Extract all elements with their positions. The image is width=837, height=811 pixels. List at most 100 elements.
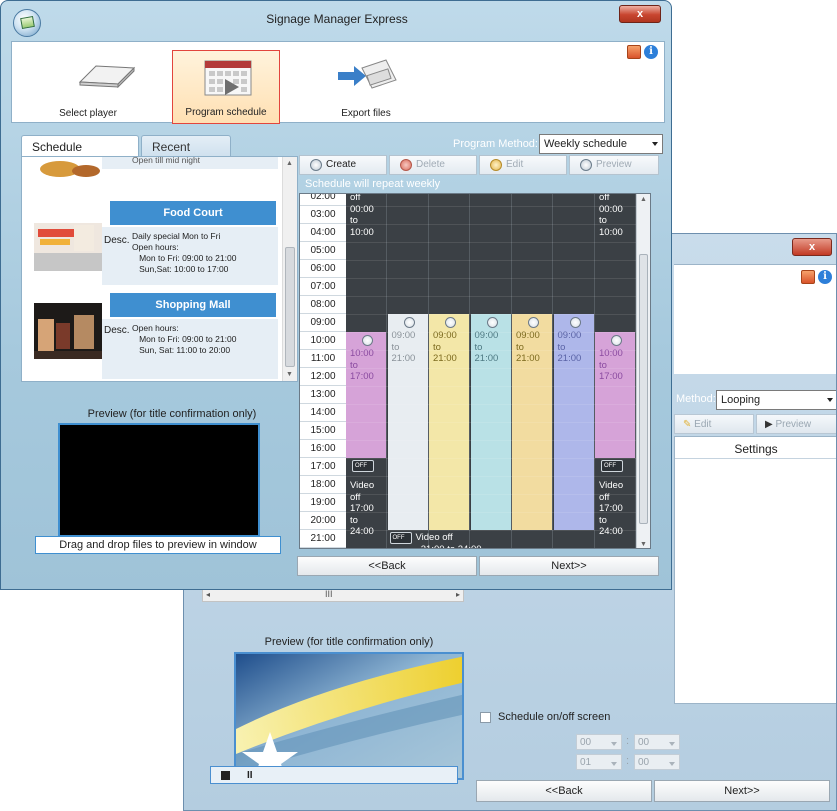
- hour-gridline: [346, 242, 638, 243]
- next-button[interactable]: Next>>: [479, 556, 659, 576]
- list-item[interactable]: Open till mid night: [22, 157, 284, 181]
- block-time-label: 09:00 to 21:00: [557, 330, 582, 364]
- scroll-left-icon[interactable]: ◂: [206, 590, 210, 599]
- preview-label: Preview: [596, 159, 632, 170]
- step-label: Export files: [341, 108, 391, 119]
- edit-button[interactable]: Edit: [479, 155, 567, 175]
- back-button[interactable]: <<Back: [297, 556, 477, 576]
- hour-gridline: [346, 404, 638, 405]
- front-nav: <<Back Next>>: [297, 556, 659, 576]
- folder-icon[interactable]: [800, 270, 815, 284]
- scroll-right-icon[interactable]: ▸: [456, 590, 460, 599]
- clock-icon: [403, 317, 415, 328]
- next-button[interactable]: Next>>: [654, 780, 830, 802]
- stop-icon[interactable]: [221, 771, 230, 780]
- program-method-select[interactable]: Weekly schedule: [539, 134, 663, 154]
- desc-label: Desc.: [104, 325, 130, 336]
- block-time-label: 09:00 to 21:00: [474, 330, 499, 364]
- hour-label: 08:00: [300, 296, 346, 314]
- chevron-down-icon: [669, 742, 675, 746]
- off-hour-select[interactable]: 01: [576, 754, 622, 770]
- block-time-label: 09:00 to 21:00: [391, 330, 416, 364]
- clock-icon: [611, 335, 622, 346]
- step-export-files[interactable]: Export files: [312, 50, 420, 124]
- tab-recent-items[interactable]: Recent items: [141, 135, 231, 168]
- off-minute-select[interactable]: 00: [634, 754, 680, 770]
- chevron-down-icon: [652, 142, 658, 146]
- back-nav: <<Back Next>>: [476, 780, 830, 802]
- info-icon[interactable]: i: [644, 45, 658, 59]
- playback-controls: II: [210, 766, 458, 784]
- day-column[interactable]: 10:00 to 17:00 OFF Video off 17:00 to 24:0…: [346, 194, 387, 548]
- folder-icon[interactable]: [626, 45, 641, 59]
- off-minute-value: 00: [638, 757, 650, 768]
- scroll-up-icon[interactable]: ▲: [640, 196, 647, 203]
- play-icon: ▶: [765, 419, 776, 430]
- program-method-row: Program Method: Weekly schedule: [453, 134, 663, 154]
- vertical-scrollbar[interactable]: ▲ ▼: [636, 194, 650, 548]
- on-minute-select[interactable]: 00: [634, 734, 680, 750]
- clock-icon: [445, 317, 456, 328]
- clock-icon: [486, 317, 498, 328]
- day-column[interactable]: 09:00 to 21:00: [387, 194, 429, 548]
- scroll-thumb[interactable]: [639, 254, 648, 524]
- list-item[interactable]: Food Court Desc. Daily special Mon to Fr…: [22, 201, 284, 293]
- off-morning-label: off 00:00 to 10:00: [350, 193, 374, 238]
- on-hour-select[interactable]: 00: [576, 734, 622, 750]
- scroll-down-icon[interactable]: ▼: [286, 371, 293, 378]
- on-hour-value: 00: [580, 737, 592, 748]
- edit-clock-icon: [490, 159, 502, 171]
- step-select-player[interactable]: Select player: [34, 50, 142, 124]
- program-method-label: Program Method:: [453, 138, 538, 150]
- day-column[interactable]: 10:00 to 17:00 OFF Video off 17:00 to 24:0…: [595, 194, 636, 548]
- weekday-night-off-label: Video off 21:00 to 24:00: [415, 532, 482, 549]
- hour-gridline: [346, 278, 638, 279]
- scroll-grip[interactable]: III: [325, 589, 333, 599]
- list-item[interactable]: Shopping Mall Desc. Open hours: Mon to F…: [22, 293, 284, 381]
- delete-label: Delete: [416, 159, 445, 170]
- hour-label: 10:00: [300, 332, 346, 350]
- close-button[interactable]: x: [619, 5, 661, 23]
- delete-button[interactable]: Delete: [389, 155, 477, 175]
- day-column[interactable]: 09:00 to 21:00: [512, 194, 553, 548]
- vertical-scrollbar[interactable]: ▲ ▼: [282, 157, 297, 381]
- preview-button[interactable]: ▶ Preview: [756, 414, 836, 434]
- template-list: Open till mid night Food Court Desc. Dai…: [21, 156, 298, 382]
- tab-schedule-template[interactable]: Schedule template: [21, 135, 139, 168]
- hour-label: 05:00: [300, 242, 346, 260]
- day-column[interactable]: 09:00 to 21:00: [470, 194, 512, 548]
- preview-button[interactable]: Preview: [569, 155, 659, 175]
- weekly-schedule-grid: 02:00 03:00 04:00 05:00 06:00 07:00 08:00 09:00…: [299, 193, 651, 549]
- schedule-onoff-checkbox[interactable]: [480, 712, 491, 723]
- step-pane: i Select player Program schedule Export …: [11, 41, 665, 124]
- step-label: Program schedule: [185, 107, 267, 118]
- close-button[interactable]: x: [792, 238, 832, 256]
- hour-label: 13:00: [300, 386, 346, 404]
- hour-gridline: [346, 530, 638, 531]
- edit-button[interactable]: ✎ Edit: [674, 414, 754, 434]
- hour-gridline: [346, 494, 638, 495]
- create-button[interactable]: Create: [299, 155, 387, 175]
- clock-icon: [528, 317, 539, 328]
- delete-icon: [400, 159, 412, 171]
- horizontal-scrollbar[interactable]: ◂ III ▸: [202, 588, 464, 602]
- hour-gridline: [346, 296, 638, 297]
- back-button[interactable]: <<Back: [476, 780, 652, 802]
- method-select[interactable]: Looping: [716, 390, 836, 410]
- method-label: Method:: [676, 393, 716, 405]
- scroll-thumb[interactable]: [285, 247, 295, 367]
- hour-gridline: [346, 206, 638, 207]
- drag-drop-hint[interactable]: Drag and drop files to preview in window: [35, 536, 281, 554]
- hour-column: 02:00 03:00 04:00 05:00 06:00 07:00 08:00 09:00…: [300, 194, 346, 548]
- scroll-up-icon[interactable]: ▲: [286, 160, 293, 167]
- scroll-down-icon[interactable]: ▼: [640, 541, 647, 548]
- info-icon[interactable]: i: [818, 270, 832, 284]
- settings-header: Settings: [675, 437, 836, 459]
- method-select-value: Looping: [721, 394, 761, 406]
- day-column[interactable]: 09:00 to 21:00: [553, 194, 595, 548]
- block-time-label: 10:00 to 17:00: [350, 348, 374, 382]
- day-column[interactable]: 09:00 to 21:00: [429, 194, 470, 548]
- off-hour-value: 01: [580, 757, 592, 768]
- pause-icon[interactable]: II: [247, 770, 253, 781]
- step-program-schedule[interactable]: Program schedule: [172, 50, 280, 124]
